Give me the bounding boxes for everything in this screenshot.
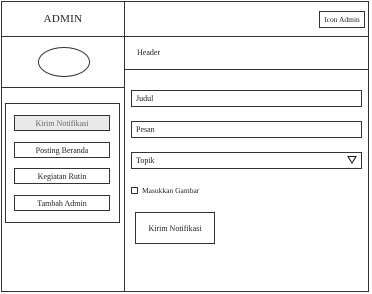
app-frame: ADMIN Kirim Notifikasi Posting Beranda K… — [1, 1, 369, 292]
chevron-down-icon[interactable] — [347, 156, 357, 164]
sidebar-item-posting-beranda[interactable]: Posting Beranda — [14, 142, 110, 158]
page-header: Header — [137, 48, 161, 57]
kirim-notifikasi-button[interactable]: Kirim Notifikasi — [135, 212, 215, 244]
submit-label: Kirim Notifikasi — [148, 223, 202, 233]
admin-icon-button[interactable]: Icon Admin — [319, 11, 365, 28]
sidebar-item-label: Kegiatan Rutin — [37, 171, 87, 181]
sidebar-item-label: Posting Beranda — [35, 145, 89, 155]
masukkan-gambar-option: Masukkan Gambar — [131, 186, 199, 195]
avatar-section — [2, 37, 124, 88]
pesan-placeholder: Pesan — [136, 125, 155, 134]
sidebar-item-label: Tambah Admin — [37, 198, 87, 208]
pesan-field[interactable]: Pesan — [131, 121, 362, 138]
sidebar-menu: Kirim Notifikasi Posting Beranda Kegiata… — [5, 103, 120, 223]
sidebar-item-kegiatan-rutin[interactable]: Kegiatan Rutin — [14, 168, 110, 184]
masukkan-gambar-checkbox[interactable] — [131, 187, 138, 194]
topik-select[interactable]: Topik — [131, 152, 362, 169]
admin-icon-label: Icon Admin — [324, 15, 360, 24]
judul-placeholder: Judul — [136, 94, 154, 103]
top-bar: Icon Admin — [125, 2, 368, 37]
sidebar-item-kirim-notifikasi[interactable]: Kirim Notifikasi — [14, 115, 110, 131]
header-bar: Header — [125, 37, 368, 70]
brand-title: ADMIN — [2, 2, 124, 37]
avatar — [38, 47, 90, 77]
sidebar-item-tambah-admin[interactable]: Tambah Admin — [14, 195, 110, 211]
sidebar: ADMIN Kirim Notifikasi Posting Beranda K… — [2, 2, 125, 291]
topik-placeholder: Topik — [136, 156, 155, 165]
sidebar-item-label: Kirim Notifikasi — [35, 118, 89, 128]
judul-field[interactable]: Judul — [131, 90, 362, 107]
checkbox-label: Masukkan Gambar — [142, 186, 200, 195]
